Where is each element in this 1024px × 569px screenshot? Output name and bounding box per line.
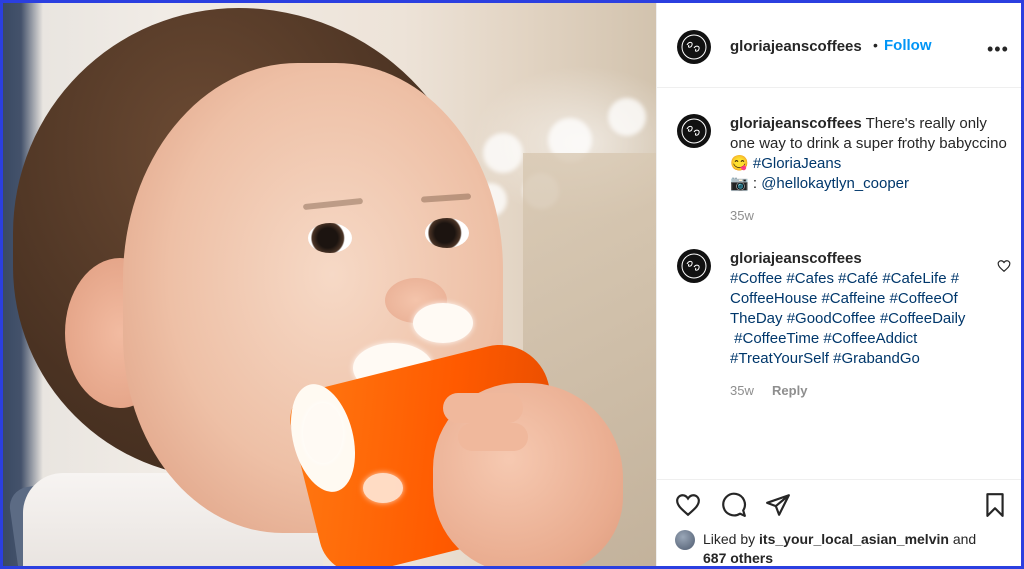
post-header: gloriajeanscoffees • Follow •••	[657, 3, 1021, 88]
bookmark-icon[interactable]	[982, 492, 1008, 518]
caption: gloriajeanscoffees There's really only o…	[730, 114, 1010, 226]
caption-username[interactable]: gloriajeanscoffees	[730, 115, 862, 132]
liked-by-joiner: and	[952, 531, 977, 547]
caption-time: 35w	[730, 208, 754, 223]
brand-logo	[681, 34, 707, 60]
comment-hashtags-5[interactable]: #TreatYourSelf #GrabandGo	[730, 350, 920, 367]
comment-avatar[interactable]	[677, 249, 711, 283]
caption-hashtag[interactable]: #GloriaJeans	[753, 155, 841, 172]
separator-dot: •	[873, 37, 878, 53]
post-frame: gloriajeanscoffees • Follow ••• gloriaje…	[0, 0, 1024, 569]
comment-hashtags-2[interactable]: CoffeeHouse #Caffeine #CoffeeOf	[730, 290, 958, 307]
credit-colon: :	[752, 175, 758, 192]
caption-avatar[interactable]	[677, 114, 711, 148]
comment-hashtags-4[interactable]: #CoffeeTime #CoffeeAddict	[730, 330, 917, 347]
comment-time: 35w	[730, 383, 754, 398]
comment-hashtags-3[interactable]: TheDay #GoodCoffee #CoffeeDaily	[730, 310, 965, 327]
caption-mention[interactable]: @hellokaytlyn_cooper	[761, 175, 909, 192]
reply-button[interactable]: Reply	[772, 383, 807, 398]
post-username[interactable]: gloriajeanscoffees	[730, 38, 862, 55]
post-sidebar: gloriajeanscoffees • Follow ••• gloriaje…	[656, 3, 1021, 566]
more-icon[interactable]: •••	[987, 39, 1009, 60]
heart-icon[interactable]	[675, 492, 701, 518]
comment-hashtags-1[interactable]: #Coffee #Cafes #Café #CafeLife #	[730, 270, 959, 287]
brand-logo	[681, 253, 707, 279]
brand-logo	[681, 118, 707, 144]
comment-heart-icon[interactable]	[997, 259, 1011, 273]
share-icon[interactable]	[765, 492, 791, 518]
avatar[interactable]	[677, 30, 711, 64]
liker-avatar[interactable]	[675, 530, 695, 550]
post-photo[interactable]	[3, 3, 656, 566]
liked-by-prefix: Liked by	[703, 531, 756, 547]
comment-username[interactable]: gloriajeanscoffees	[730, 250, 862, 267]
follow-button[interactable]: Follow	[884, 37, 932, 54]
likes-count[interactable]: 687 others	[703, 550, 773, 566]
liker-username[interactable]: its_your_local_asian_melvin	[759, 531, 949, 547]
comment-icon[interactable]	[721, 492, 747, 518]
action-bar: Liked by its_your_local_asian_melvin and…	[657, 479, 1021, 566]
camera-icon: 📷	[730, 175, 749, 192]
comment: gloriajeanscoffees #Coffee #Cafes #Café …	[730, 249, 990, 401]
